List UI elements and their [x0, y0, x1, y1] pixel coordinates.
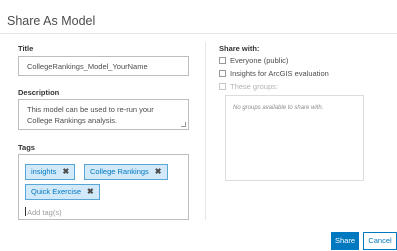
share-as-model-dialog: Share As Model Title CollegeRankings_Mod… [0, 0, 397, 251]
title-input[interactable]: CollegeRankings_Model_YourName [18, 56, 189, 76]
dialog-title: Share As Model [7, 14, 96, 28]
cancel-button[interactable]: Cancel [363, 232, 397, 250]
share-button[interactable]: Share [331, 232, 359, 250]
groups-list: No groups available to share with. [225, 95, 364, 181]
remove-tag-icon[interactable]: ✖ [87, 187, 94, 196]
description-text: This model can be used to re-run your Co… [27, 105, 154, 125]
description-label: Description [18, 88, 60, 97]
add-tag-placeholder: Add tag(s) [27, 208, 62, 217]
option-organization[interactable]: Insights for ArcGIS evaluation [219, 69, 329, 78]
title-divider [0, 33, 397, 34]
remove-tag-icon[interactable]: ✖ [62, 167, 69, 176]
description-textarea[interactable]: This model can be used to re-run your Co… [18, 99, 189, 130]
tag-chip: insights ✖ [25, 164, 76, 180]
tag-label: Quick Exercise [31, 187, 82, 196]
resize-handle-icon[interactable] [181, 122, 186, 127]
text-caret [25, 207, 26, 216]
option-everyone-label: Everyone (public) [230, 56, 289, 65]
add-tag-field[interactable]: Add tag(s) [25, 207, 62, 217]
checkbox-everyone[interactable] [219, 57, 226, 64]
share-with-label: Share with: [219, 44, 260, 53]
tags-label: Tags [18, 143, 35, 152]
remove-tag-icon[interactable]: ✖ [155, 167, 162, 176]
option-organization-label: Insights for ArcGIS evaluation [230, 69, 329, 78]
groups-empty-message: No groups available to share with. [233, 105, 324, 111]
tag-chip: Quick Exercise ✖ [25, 184, 100, 200]
tag-label: insights [31, 167, 57, 176]
tag-label: College Rankings [90, 167, 149, 176]
title-label: Title [18, 44, 34, 53]
option-groups-label: These groups: [230, 82, 278, 91]
checkbox-groups [219, 83, 226, 90]
tag-chip: College Rankings ✖ [84, 164, 168, 180]
tags-input[interactable]: insights ✖ College Rankings ✖ Quick Exerci… [18, 154, 189, 220]
column-divider [205, 42, 206, 220]
checkbox-organization[interactable] [219, 70, 226, 77]
option-everyone[interactable]: Everyone (public) [219, 56, 288, 65]
option-groups: These groups: [219, 82, 278, 91]
